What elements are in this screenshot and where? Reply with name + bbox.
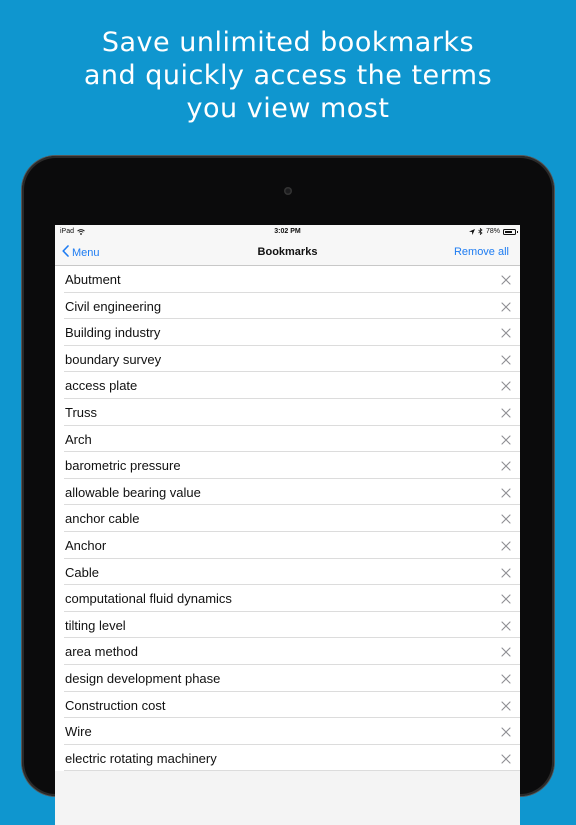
promo-headline: Save unlimited bookmarks and quickly acc… xyxy=(0,26,576,125)
close-icon[interactable] xyxy=(500,645,512,657)
close-icon[interactable] xyxy=(500,300,512,312)
bookmark-label: access plate xyxy=(65,378,138,394)
list-item[interactable]: Civil engineering xyxy=(55,292,520,320)
headline-line-2: and quickly access the terms xyxy=(83,60,493,91)
bluetooth-icon xyxy=(478,228,483,235)
bookmark-label: anchor cable xyxy=(65,511,140,527)
remove-all-button[interactable]: Remove all xyxy=(454,246,509,258)
list-item[interactable]: Cable xyxy=(55,558,520,586)
bookmark-list: Abutment Civil engineering Building indust… xyxy=(55,266,520,772)
close-icon[interactable] xyxy=(500,619,512,631)
close-icon[interactable] xyxy=(500,459,512,471)
list-item[interactable]: design development phase xyxy=(55,664,520,692)
headline-line-1: Save unlimited bookmarks xyxy=(101,27,475,58)
app-screen: iPad 3:02 PM 78% Menu Bookmarks Remove a… xyxy=(55,225,520,825)
camera-icon xyxy=(284,187,292,195)
list-item[interactable]: anchor cable xyxy=(55,505,520,532)
list-item[interactable]: Anchor xyxy=(55,531,520,559)
ipad-frame: iPad 3:02 PM 78% Menu Bookmarks Remove a… xyxy=(22,156,554,825)
close-icon[interactable] xyxy=(500,752,512,764)
list-item[interactable]: access plate xyxy=(55,372,520,399)
bookmark-label: boundary survey xyxy=(65,351,162,367)
close-icon[interactable] xyxy=(500,406,512,418)
bookmark-label: Truss xyxy=(65,404,98,420)
headline-line-3: you view most xyxy=(186,93,390,124)
bookmark-label: barometric pressure xyxy=(65,458,181,474)
list-item[interactable]: Building industry xyxy=(55,319,520,346)
close-icon[interactable] xyxy=(500,566,512,578)
status-time: 3:02 PM xyxy=(274,228,301,235)
bookmark-label: Cable xyxy=(65,564,99,580)
close-icon[interactable] xyxy=(500,592,512,604)
close-icon[interactable] xyxy=(500,672,512,684)
list-item[interactable]: electric rotating machinery xyxy=(55,744,520,772)
bookmark-label: design development phase xyxy=(65,670,221,686)
close-icon[interactable] xyxy=(500,725,512,737)
row-divider xyxy=(64,770,520,772)
list-item[interactable]: tilting level xyxy=(55,611,520,639)
bookmark-label: area method xyxy=(65,644,138,660)
close-icon[interactable] xyxy=(500,486,512,498)
bookmark-label: Wire xyxy=(65,724,92,740)
list-item[interactable]: barometric pressure xyxy=(55,452,520,479)
close-icon[interactable] xyxy=(500,433,512,445)
bookmark-label: Arch xyxy=(65,431,92,447)
battery-icon xyxy=(503,228,518,235)
bookmark-label: Building industry xyxy=(65,325,161,341)
list-item[interactable]: Abutment xyxy=(55,266,520,293)
close-icon[interactable] xyxy=(500,379,512,391)
list-item[interactable]: allowable bearing value xyxy=(55,478,520,506)
close-icon[interactable] xyxy=(500,273,512,285)
close-icon[interactable] xyxy=(500,326,512,338)
bookmark-label: Construction cost xyxy=(65,697,166,713)
list-item[interactable]: Arch xyxy=(55,425,520,453)
list-item[interactable]: Wire xyxy=(55,718,520,745)
status-bar: iPad 3:02 PM 78% xyxy=(55,225,520,239)
bookmark-label: Abutment xyxy=(65,272,121,287)
close-icon[interactable] xyxy=(500,699,512,711)
list-item[interactable]: Truss xyxy=(55,398,520,426)
bookmark-label: electric rotating machinery xyxy=(65,750,217,766)
list-item[interactable]: Construction cost xyxy=(55,691,520,719)
bookmark-label: allowable bearing value xyxy=(65,484,201,500)
navigation-bar: Menu Bookmarks Remove all xyxy=(55,239,520,266)
bookmark-label: tilting level xyxy=(65,617,126,633)
close-icon[interactable] xyxy=(500,539,512,551)
bookmark-label: computational fluid dynamics xyxy=(65,591,232,607)
bookmark-label: Anchor xyxy=(65,537,107,553)
page-title: Bookmarks xyxy=(257,246,318,258)
list-item[interactable]: computational fluid dynamics xyxy=(55,585,520,612)
list-item[interactable]: area method xyxy=(55,638,520,665)
list-item[interactable]: boundary survey xyxy=(55,345,520,373)
battery-percent: 78% xyxy=(485,228,500,235)
close-icon[interactable] xyxy=(500,512,512,524)
bookmark-label: Civil engineering xyxy=(65,298,162,314)
location-icon xyxy=(468,228,475,235)
close-icon[interactable] xyxy=(500,353,512,365)
